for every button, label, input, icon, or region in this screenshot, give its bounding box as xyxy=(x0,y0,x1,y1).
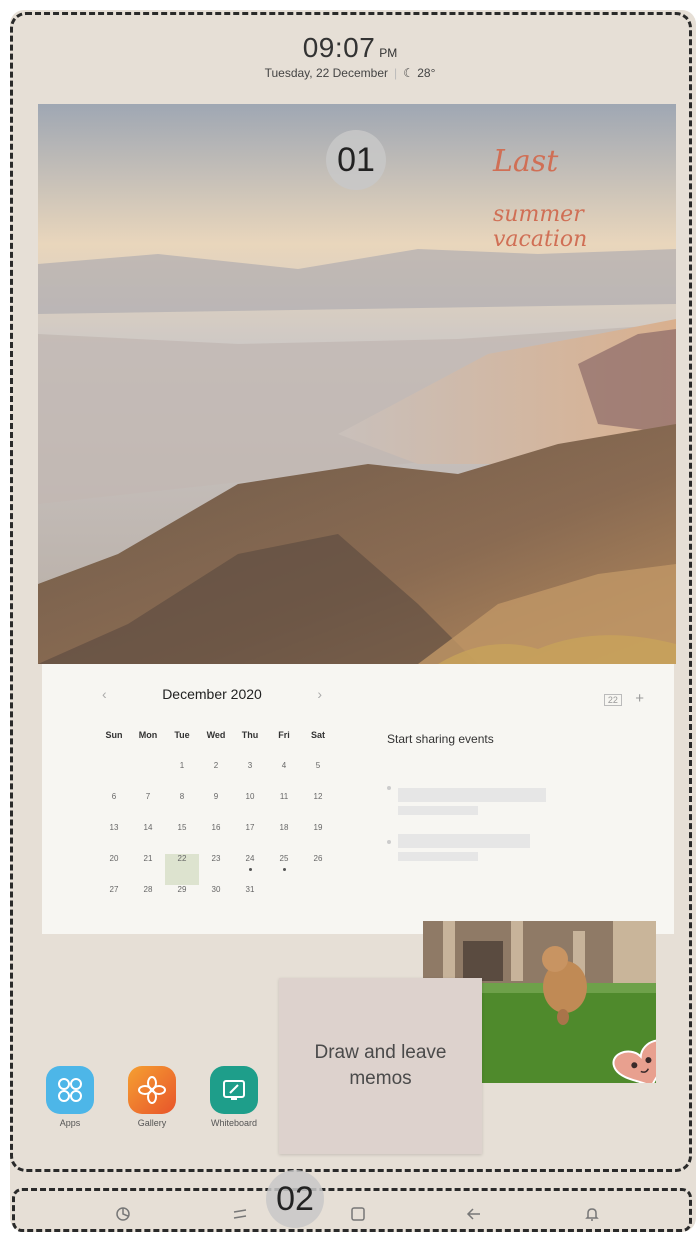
calendar-day[interactable]: 14 xyxy=(131,823,165,854)
date-separator: | xyxy=(394,66,398,80)
memo-text: Draw and leave memos xyxy=(314,1042,447,1089)
calendar-day[interactable]: 11 xyxy=(267,792,301,823)
placeholder-bar xyxy=(398,806,478,815)
event-dot xyxy=(249,868,252,871)
callout-badge-01: 01 xyxy=(326,130,386,190)
calendar-day[interactable]: 4 xyxy=(267,761,301,792)
calendar-day[interactable]: 27 xyxy=(97,885,131,916)
calendar-day[interactable] xyxy=(97,761,131,792)
calendar-day[interactable]: 31 xyxy=(233,885,267,916)
calendar-day[interactable] xyxy=(267,885,301,916)
recents-icon[interactable] xyxy=(232,1206,248,1227)
clock-date-row: Tuesday, 22 December | ☾ 28° xyxy=(0,66,700,80)
calendar-day[interactable]: 15 xyxy=(165,823,199,854)
clock-time: 09:07 xyxy=(302,32,376,63)
add-event-button[interactable]: + xyxy=(635,690,644,707)
share-events-title[interactable]: Start sharing events xyxy=(387,732,494,746)
memo-note[interactable]: Draw and leave memos xyxy=(279,978,482,1154)
calendar-day[interactable]: 20 xyxy=(97,854,131,885)
calendar-day-event[interactable]: 24 xyxy=(233,854,267,885)
calendar-today-icon[interactable]: 22 xyxy=(603,694,622,706)
apps-icon xyxy=(46,1066,94,1114)
weekday-label: Sat xyxy=(310,730,325,740)
photo-caption-line1: Last xyxy=(493,144,559,179)
calendar-day-event[interactable]: 25 xyxy=(267,854,301,885)
calendar-day[interactable]: 19 xyxy=(301,823,335,854)
app-label: Apps xyxy=(59,1118,81,1128)
calendar-grid: Sun Mon Tue Wed Thu Fri Sat 1 2 3 4 5 6 … xyxy=(97,730,337,916)
weather-temp: 28° xyxy=(417,66,436,80)
calendar-day[interactable]: 1 xyxy=(165,761,199,792)
app-shortcut-gallery[interactable]: Gallery xyxy=(122,1066,182,1128)
weekday-label: Fri xyxy=(278,730,290,740)
list-bullet xyxy=(387,840,391,844)
calendar-day[interactable]: 5 xyxy=(301,761,335,792)
list-bullet xyxy=(387,786,391,790)
weekday-label: Tue xyxy=(174,730,190,740)
calendar-day[interactable]: 9 xyxy=(199,792,233,823)
status-clock: 09:07 PM Tuesday, 22 December | ☾ 28° xyxy=(0,32,700,80)
calendar-day[interactable]: 17 xyxy=(233,823,267,854)
bixby-icon[interactable] xyxy=(115,1206,131,1227)
calendar-day[interactable]: 18 xyxy=(267,823,301,854)
weekday-label: Wed xyxy=(206,730,226,740)
callout-badge-02: 02 xyxy=(266,1170,324,1228)
calendar-day[interactable]: 7 xyxy=(131,792,165,823)
weekday-label: Mon xyxy=(138,730,158,740)
calendar-day[interactable] xyxy=(301,885,335,916)
clock-ampm: PM xyxy=(379,46,398,60)
app-shortcut-whiteboard[interactable]: Whiteboard xyxy=(204,1066,264,1128)
weekday-label: Thu xyxy=(241,730,259,740)
moon-icon: ☾ xyxy=(403,66,414,80)
calendar-day[interactable]: 23 xyxy=(199,854,233,885)
prev-month-button[interactable]: ‹ xyxy=(102,686,107,702)
calendar-day[interactable]: 12 xyxy=(301,792,335,823)
calendar-day[interactable] xyxy=(131,761,165,792)
app-shortcut-apps[interactable]: Apps xyxy=(40,1066,100,1128)
calendar-day[interactable]: 3 xyxy=(233,761,267,792)
placeholder-bar xyxy=(398,834,530,848)
placeholder-bar xyxy=(398,852,478,861)
calendar-day[interactable]: 8 xyxy=(165,792,199,823)
day-number: 25 xyxy=(279,854,289,863)
back-icon[interactable] xyxy=(466,1206,482,1227)
calendar-day-today[interactable]: 22 xyxy=(165,854,199,885)
home-icon[interactable] xyxy=(350,1206,366,1227)
weekday-label: Sun xyxy=(105,730,123,740)
calendar-header: ‹ December 2020 › xyxy=(102,686,322,702)
calendar-day[interactable]: 16 xyxy=(199,823,233,854)
next-month-button[interactable]: › xyxy=(317,686,322,702)
app-label: Gallery xyxy=(137,1118,167,1128)
calendar-day[interactable]: 26 xyxy=(301,854,335,885)
calendar-day[interactable]: 6 xyxy=(97,792,131,823)
calendar-day[interactable]: 30 xyxy=(199,885,233,916)
calendar-day[interactable]: 10 xyxy=(233,792,267,823)
event-dot xyxy=(283,868,286,871)
calendar-day[interactable]: 28 xyxy=(131,885,165,916)
photo-caption-line2: summer vacation xyxy=(493,202,588,252)
navigation-bar xyxy=(0,1198,700,1232)
app-label: Whiteboard xyxy=(210,1118,258,1128)
day-number: 24 xyxy=(245,854,255,863)
calendar-day[interactable]: 2 xyxy=(199,761,233,792)
calendar-day[interactable]: 13 xyxy=(97,823,131,854)
notification-icon[interactable] xyxy=(584,1206,600,1227)
clock-date: Tuesday, 22 December xyxy=(264,66,388,80)
placeholder-bar xyxy=(398,788,546,802)
calendar-actions: 22 + xyxy=(603,690,644,707)
whiteboard-icon xyxy=(210,1066,258,1114)
calendar-widget: ‹ December 2020 › Sun Mon Tue Wed Thu Fr… xyxy=(42,664,674,934)
calendar-day[interactable]: 21 xyxy=(131,854,165,885)
calendar-day[interactable]: 29 xyxy=(165,885,199,916)
calendar-month-title: December 2020 xyxy=(162,686,262,702)
gallery-icon xyxy=(128,1066,176,1114)
